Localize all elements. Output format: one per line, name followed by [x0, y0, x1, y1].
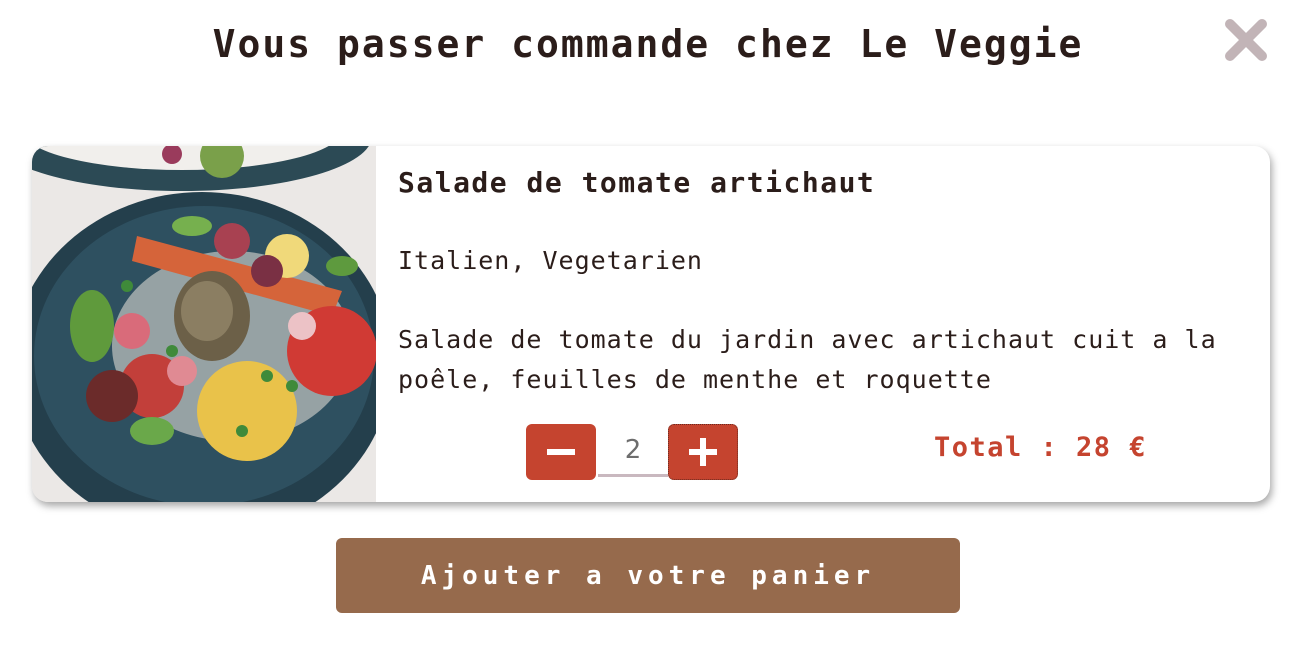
dish-tags: Italien, Vegetarien: [398, 246, 703, 275]
dish-name: Salade de tomate artichaut: [398, 166, 876, 199]
add-to-cart-button[interactable]: Ajouter a votre panier: [336, 538, 960, 613]
close-button[interactable]: [1220, 14, 1272, 66]
quantity-input[interactable]: [598, 426, 668, 477]
plus-icon: [689, 438, 717, 466]
dish-description: Salade de tomate du jardin avec artichau…: [398, 325, 1217, 394]
close-icon: [1225, 19, 1267, 61]
total-price: Total : 28 €: [934, 432, 1148, 463]
quantity-decrease-button[interactable]: [526, 424, 596, 480]
modal-title: Vous passer commande chez Le Veggie: [212, 22, 1084, 66]
dish-photo: [32, 146, 376, 502]
minus-icon: [547, 449, 575, 455]
quantity-increase-button[interactable]: [668, 424, 738, 480]
dish-card: Salade de tomate artichaut Italien, Vege…: [32, 146, 1270, 502]
